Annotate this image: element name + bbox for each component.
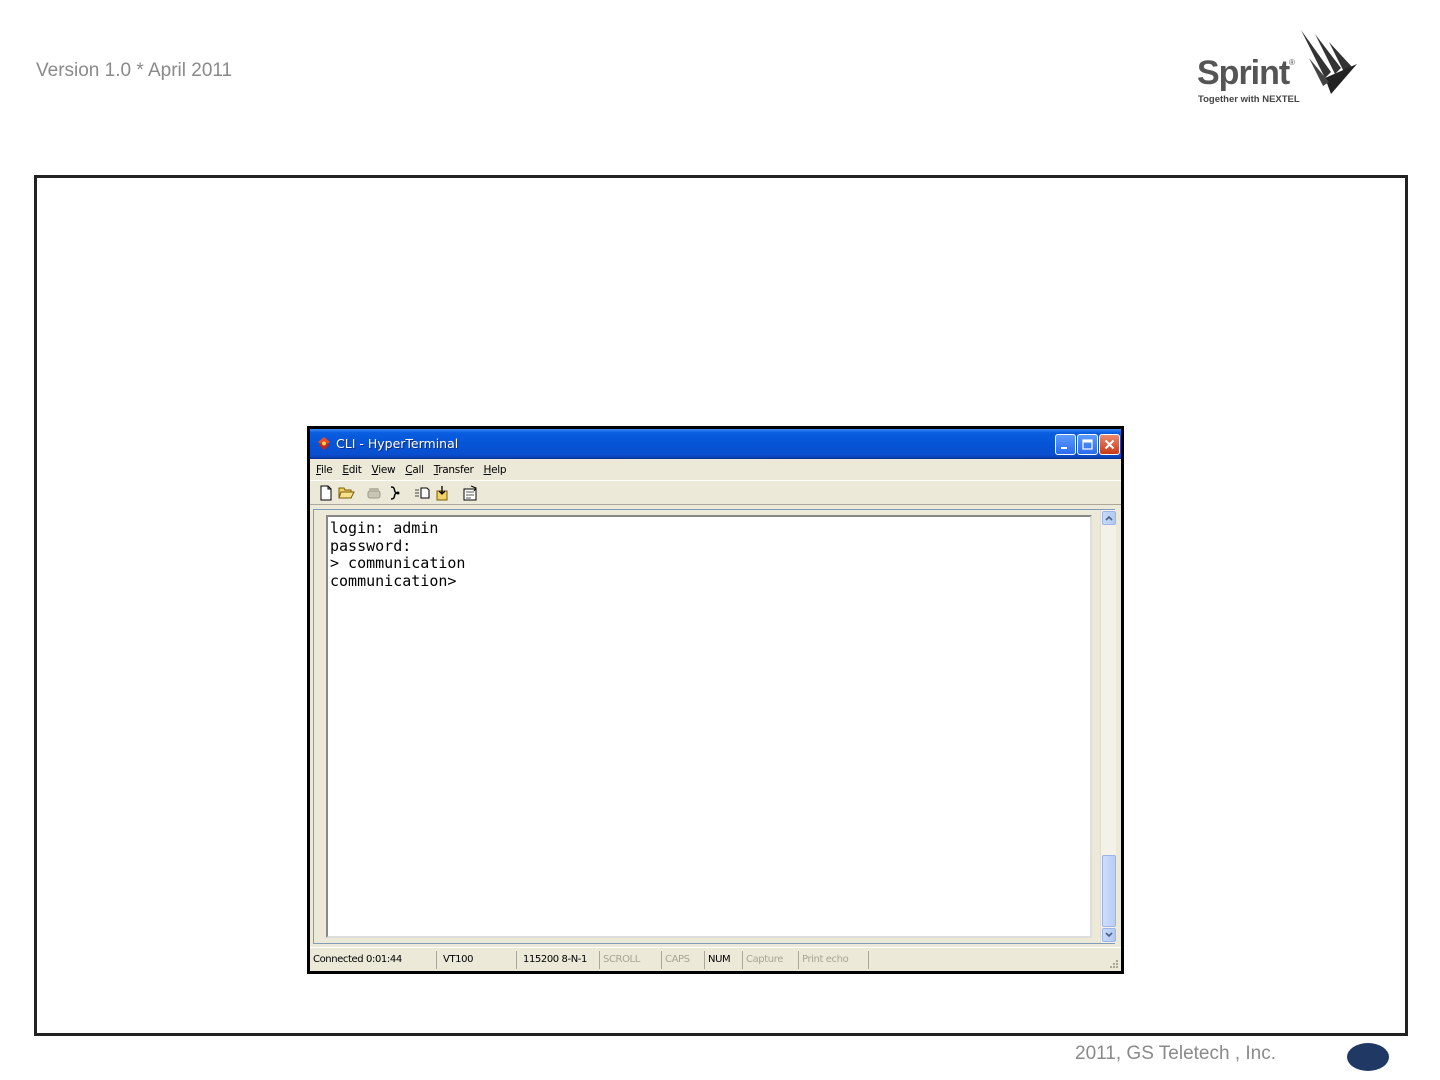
new-document-icon (320, 485, 331, 500)
menu-file[interactable]: File (316, 464, 333, 476)
status-bar: Connected 0:01:44 VT100 115200 8-N-1 SCR… (310, 947, 1121, 971)
receive-button[interactable] (434, 484, 451, 501)
status-connected: Connected 0:01:44 (310, 950, 437, 969)
chevron-down-icon (1105, 932, 1113, 938)
receive-file-icon (436, 485, 447, 500)
status-print-echo: Print echo (799, 950, 869, 969)
logo-trademark: ® (1289, 58, 1295, 67)
status-num: NUM (705, 950, 743, 969)
scroll-down-button[interactable] (1102, 928, 1116, 942)
disconnect-icon (390, 485, 399, 500)
send-button[interactable] (413, 484, 430, 501)
open-folder-icon (338, 487, 355, 499)
scroll-up-button[interactable] (1102, 511, 1116, 525)
phone-disconnected-icon (367, 487, 380, 498)
scrollbar-thumb[interactable] (1102, 855, 1116, 927)
send-file-icon (414, 487, 429, 498)
toolbar (310, 480, 1121, 505)
maximize-button[interactable] (1077, 434, 1098, 455)
logo-wordmark: Sprint (1197, 54, 1290, 92)
page-number-badge (1347, 1043, 1389, 1071)
terminal-prompt: communication> (330, 571, 457, 590)
logo-tagline: Together with NEXTEL (1198, 94, 1300, 105)
chevron-up-icon (1105, 515, 1113, 521)
sprint-logo: Sprint ® Together with NEXTEL (1195, 28, 1365, 108)
menu-edit[interactable]: Edit (342, 464, 361, 476)
title-bar[interactable]: CLI - HyperTerminal (310, 429, 1121, 459)
terminal-line: password: (330, 536, 412, 555)
new-connection-button[interactable] (317, 484, 334, 501)
properties-icon (463, 485, 477, 500)
menu-bar: File Edit View Call Transfer Help (310, 460, 1121, 479)
status-capture: Capture (743, 950, 799, 969)
maximize-icon (1082, 439, 1093, 450)
call-button[interactable] (365, 484, 382, 501)
menu-call[interactable]: Call (405, 464, 424, 476)
window-title: CLI - HyperTerminal (336, 436, 459, 451)
terminal-client-area: login: admin password: > communication c… (313, 509, 1116, 944)
properties-button[interactable] (461, 484, 478, 501)
disconnect-button[interactable] (386, 484, 403, 501)
resize-grip-icon[interactable] (1107, 957, 1119, 969)
minimize-icon (1061, 447, 1067, 449)
status-caps: CAPS (662, 950, 705, 969)
terminal-line: login: admin (330, 519, 439, 537)
minimize-button[interactable] (1055, 434, 1076, 455)
terminal-screen[interactable]: login: admin password: > communication c… (326, 515, 1092, 938)
menu-view[interactable]: View (372, 464, 396, 476)
terminal-line: > communication (330, 554, 466, 572)
vertical-scrollbar[interactable] (1100, 510, 1116, 943)
sprint-wing-icon (1301, 30, 1357, 94)
close-button[interactable] (1099, 434, 1120, 455)
copyright-label: 2011, GS Teletech , Inc. (1075, 1043, 1277, 1064)
menu-help[interactable]: Help (484, 464, 507, 476)
version-label: Version 1.0 * April 2011 (36, 60, 233, 81)
status-port-settings: 115200 8-N-1 (517, 950, 600, 969)
close-icon (1104, 439, 1115, 450)
hyperterminal-window: CLI - HyperTerminal File Edit View Call … (307, 426, 1124, 974)
hyperterminal-app-icon[interactable] (316, 436, 332, 452)
status-scroll: SCROLL (600, 950, 662, 969)
status-emulation: VT100 (437, 950, 517, 969)
open-button[interactable] (338, 484, 355, 501)
menu-transfer[interactable]: Transfer (434, 464, 474, 476)
